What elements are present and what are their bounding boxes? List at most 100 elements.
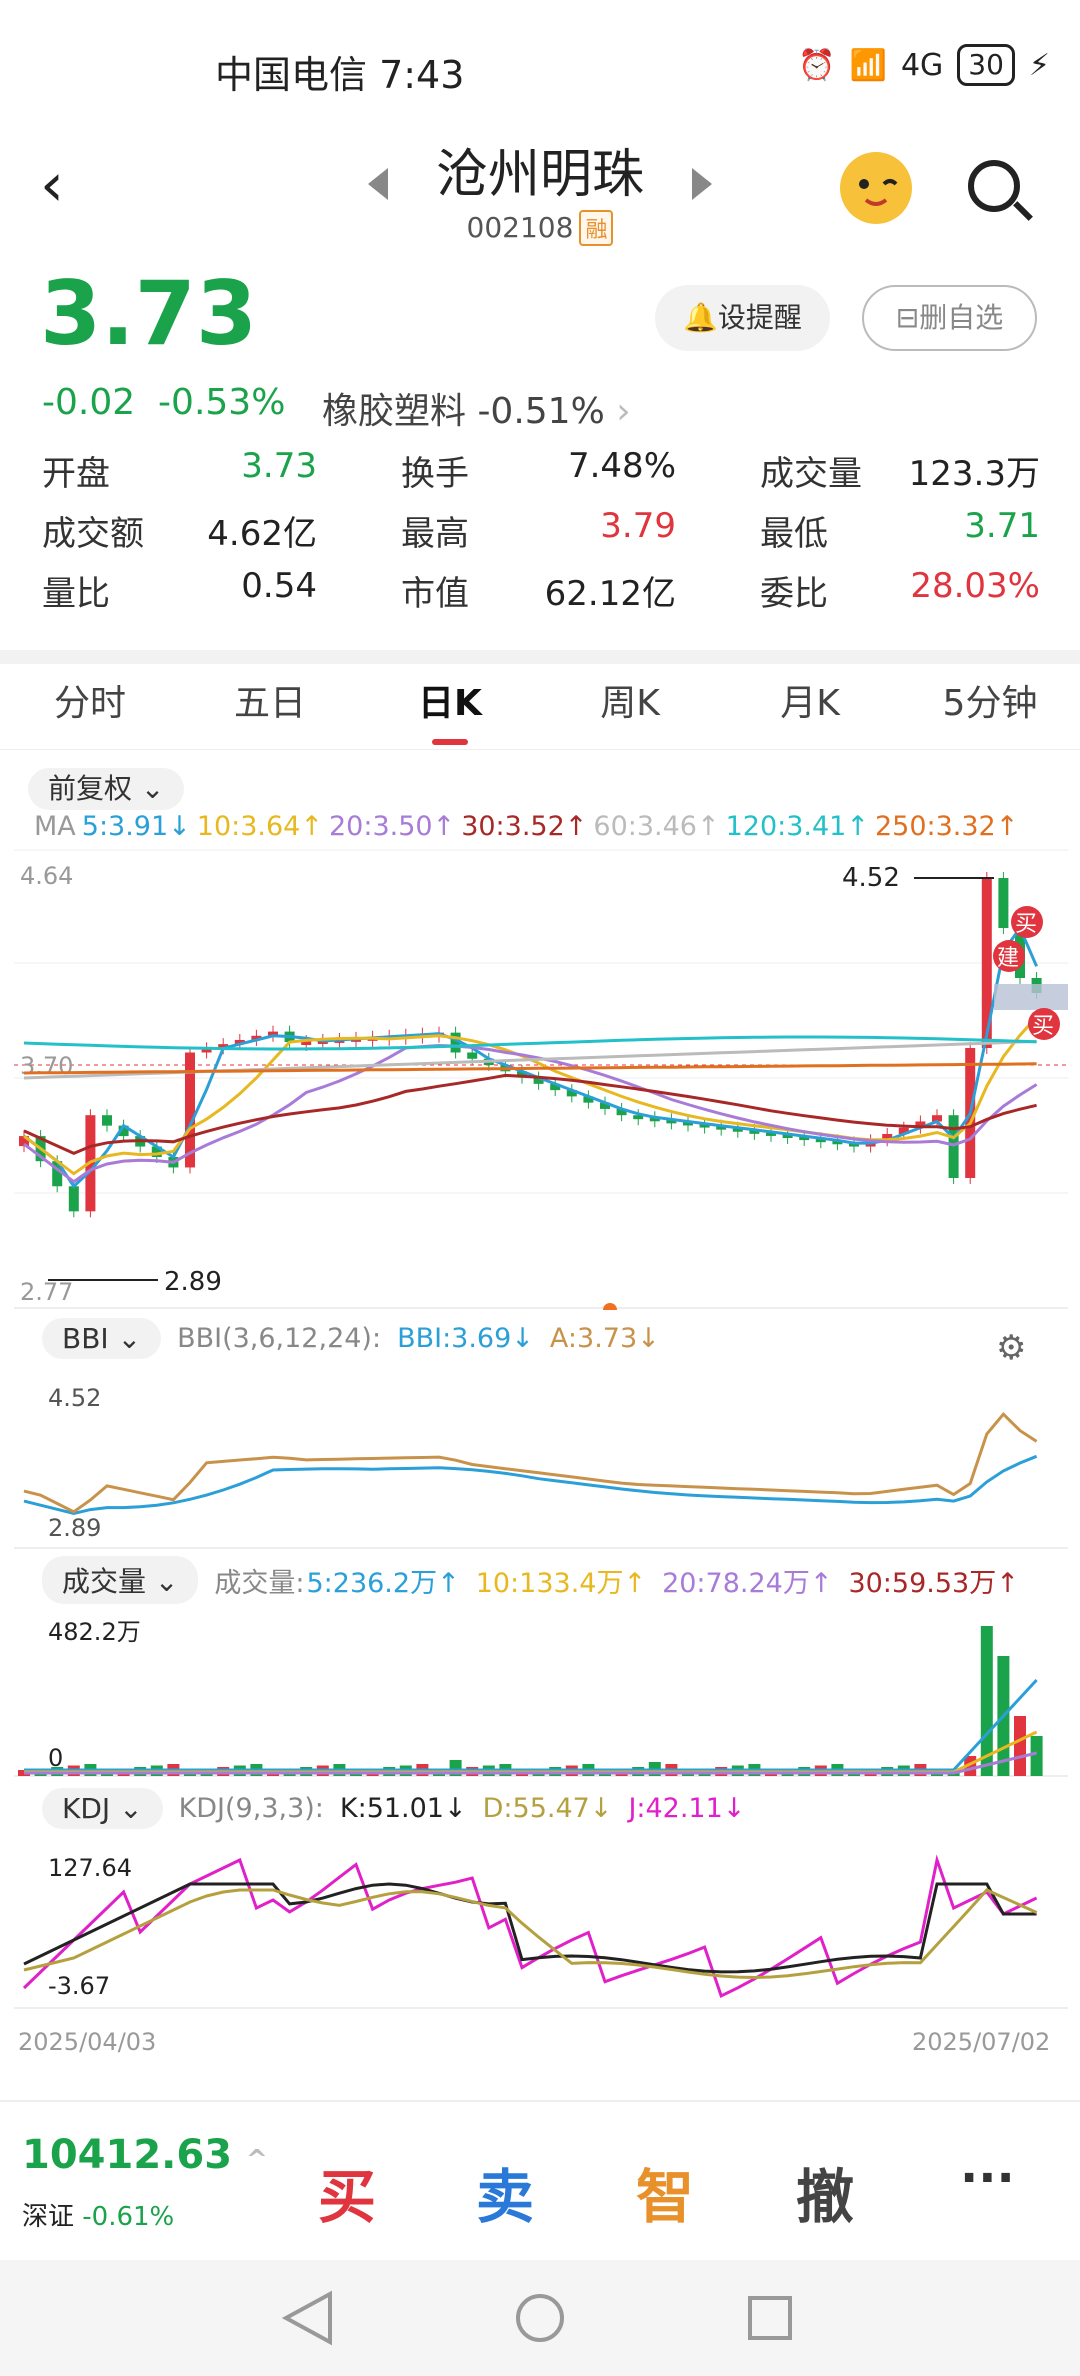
chevron-down-icon: ⌄ bbox=[140, 772, 165, 805]
tab-item[interactable]: 月K bbox=[720, 664, 900, 749]
volume-header: 成交量 ⌄ 成交量: 5:236.2万↑ 10:133.4万↑ 20:78.24… bbox=[42, 1556, 1019, 1604]
remove-watchlist-button[interactable]: ⊟删自选 bbox=[862, 285, 1037, 351]
tab-item[interactable]: 分时 bbox=[0, 664, 180, 749]
date-end: 2025/07/02 bbox=[912, 2028, 1050, 2056]
vol5-line bbox=[24, 1678, 1038, 1772]
system-nav-bar bbox=[0, 2260, 1080, 2376]
volume-bar bbox=[1030, 1736, 1043, 1776]
stat-cell: 最高 3.79 bbox=[401, 506, 676, 555]
tab-item[interactable]: 日K bbox=[360, 664, 540, 749]
stock-code: 002108 bbox=[466, 211, 574, 244]
sector-link[interactable]: 橡胶塑料 -0.51% › bbox=[322, 382, 631, 434]
kdj-d-value: D:55.47↓ bbox=[482, 1793, 613, 1824]
nav-icons bbox=[281, 2290, 792, 2346]
volume-bars bbox=[18, 1626, 1043, 1776]
y-max-label: 4.64 bbox=[20, 862, 73, 890]
ma-legend: 前复权 ⌄ MA 5:3.91↓ 10:3.64↑ 20:3.50↑ 30:3.52↑ 6… bbox=[28, 768, 1068, 844]
stat-value: 4.62亿 bbox=[207, 513, 317, 554]
volume-select[interactable]: 成交量 ⌄ bbox=[42, 1556, 199, 1604]
kdj-chart[interactable]: 127.64 -3.67 2025/04/03 2025/07/02 bbox=[14, 1844, 1068, 2074]
sell-button[interactable]: 卖 bbox=[476, 2150, 534, 2234]
low-marker-label: 2.89 bbox=[164, 1267, 222, 1297]
stat-label: 委比 bbox=[760, 573, 828, 614]
remove-watchlist-label: 删自选 bbox=[919, 301, 1004, 334]
section-divider bbox=[0, 650, 1080, 664]
ma10-line bbox=[23, 1015, 1038, 1176]
price-change: -0.02 -0.53% bbox=[42, 382, 285, 423]
cancel-order-button[interactable]: 撤 bbox=[796, 2150, 854, 2234]
stat-value: 3.73 bbox=[241, 445, 317, 486]
stock-title: 沧州明珠 bbox=[435, 145, 644, 205]
stat-cell: 最低 3.71 bbox=[760, 506, 1040, 555]
status-icons: ⏰ 📶 4G 30 ⚡ bbox=[798, 44, 1050, 86]
kdj-j-line bbox=[22, 1854, 1038, 1998]
stats-row: 成交额 4.62亿 最高 3.79 最低 3.71 bbox=[42, 500, 1042, 560]
buy-signal-label: 买 bbox=[1015, 912, 1037, 937]
tab-item[interactable]: 5分钟 bbox=[900, 664, 1080, 749]
change-percent: -0.53% bbox=[158, 382, 286, 423]
volume-chart[interactable]: 482.2万 0 bbox=[14, 1612, 1068, 1778]
kdj-y-max: 127.64 bbox=[48, 1854, 132, 1882]
ma-legend-item: 30:3.52↑ bbox=[461, 811, 588, 842]
tab-item[interactable]: 五日 bbox=[180, 664, 360, 749]
tab-item[interactable]: 周K bbox=[540, 664, 720, 749]
stat-value: 28.03% bbox=[910, 565, 1040, 606]
stock-code-row: 002108 融 bbox=[0, 210, 1080, 246]
bbi-select[interactable]: BBI ⌄ bbox=[42, 1318, 162, 1359]
ma-legend-item: 60:3.46↑ bbox=[593, 811, 720, 842]
more-button[interactable]: ··· bbox=[960, 2150, 1015, 2206]
stat-value: 62.12亿 bbox=[544, 573, 676, 614]
vol5-value: 5:236.2万↑ bbox=[306, 1567, 460, 1599]
kdj-header: KDJ ⌄ KDJ(9,3,3): K:51.01↓ D:55.47↓ J:42… bbox=[42, 1788, 745, 1829]
range-highlight bbox=[994, 984, 1068, 1010]
bbi-a-line bbox=[23, 1411, 1038, 1514]
stat-value: 123.3万 bbox=[908, 453, 1040, 494]
scroll-indicator[interactable] bbox=[603, 1303, 617, 1310]
stat-label: 市值 bbox=[401, 573, 469, 614]
nav-back-icon[interactable] bbox=[281, 2290, 332, 2346]
bell-icon: 🔔 bbox=[683, 301, 718, 334]
stat-value: 0.54 bbox=[241, 565, 317, 606]
ma-legend-item: 20:3.50↑ bbox=[328, 811, 456, 842]
margin-badge: 融 bbox=[579, 210, 614, 246]
candlestick-chart[interactable]: 4.64 3.70 2.77 4.52 2.89 买 建 买 bbox=[14, 848, 1068, 1310]
stat-cell: 委比 28.03% bbox=[760, 566, 1040, 615]
volume-title: 成交量: bbox=[214, 1567, 305, 1599]
adjust-select[interactable]: 前复权 ⌄ bbox=[28, 768, 185, 810]
bbi-chart[interactable]: 4.52 2.89 bbox=[14, 1380, 1068, 1550]
stats-row: 开盘 3.73 换手 7.48% 成交量 123.3万 bbox=[42, 440, 1042, 500]
stat-label: 成交量 bbox=[760, 453, 862, 494]
set-alert-button[interactable]: 🔔设提醒 bbox=[655, 285, 830, 351]
index-name: 深证 bbox=[22, 2202, 75, 2232]
nav-home-icon[interactable] bbox=[516, 2294, 564, 2342]
change-value: -0.02 bbox=[42, 382, 136, 423]
mascot-face-icon bbox=[859, 179, 898, 206]
set-alert-label: 设提醒 bbox=[717, 301, 802, 334]
buy-signal-label-2: 买 bbox=[1032, 1014, 1054, 1039]
settings-icon[interactable]: ⚙ bbox=[996, 1328, 1026, 1368]
smart-button[interactable]: 智 bbox=[636, 2150, 694, 2234]
index-value[interactable]: 10412.63 ^ bbox=[22, 2132, 268, 2178]
stat-cell: 换手 7.48% bbox=[401, 446, 676, 495]
wifi-icon: 📶 bbox=[849, 47, 887, 83]
stat-cell: 量比 0.54 bbox=[42, 566, 317, 615]
kdj-select[interactable]: KDJ ⌄ bbox=[42, 1788, 163, 1829]
bbi-params: BBI(3,6,12,24): bbox=[177, 1323, 382, 1354]
buy-button[interactable]: 买 bbox=[318, 2150, 376, 2234]
build-signal-label: 建 bbox=[997, 946, 1019, 971]
current-price: 3.73 bbox=[40, 262, 258, 365]
nav-recents-icon[interactable] bbox=[748, 2296, 792, 2340]
search-icon[interactable] bbox=[968, 160, 1020, 212]
mascot-icon[interactable] bbox=[840, 152, 912, 224]
next-stock-icon[interactable] bbox=[692, 168, 712, 200]
volume-pill-label: 成交量 bbox=[62, 1565, 147, 1598]
stat-value: 3.71 bbox=[964, 505, 1040, 546]
ma-legend-item: 10:3.64↑ bbox=[196, 811, 323, 842]
status-bar: 中国电信 7:43 ⏰ 📶 4G 30 ⚡ bbox=[0, 0, 1080, 130]
stat-label: 换手 bbox=[401, 453, 469, 494]
volume-bar bbox=[1014, 1716, 1026, 1776]
vol30-value: 30:59.53万↑ bbox=[848, 1567, 1019, 1599]
stat-label: 量比 bbox=[42, 573, 110, 614]
ma-legend-item: MA bbox=[34, 811, 76, 842]
battery-icon: 30 bbox=[957, 44, 1015, 86]
